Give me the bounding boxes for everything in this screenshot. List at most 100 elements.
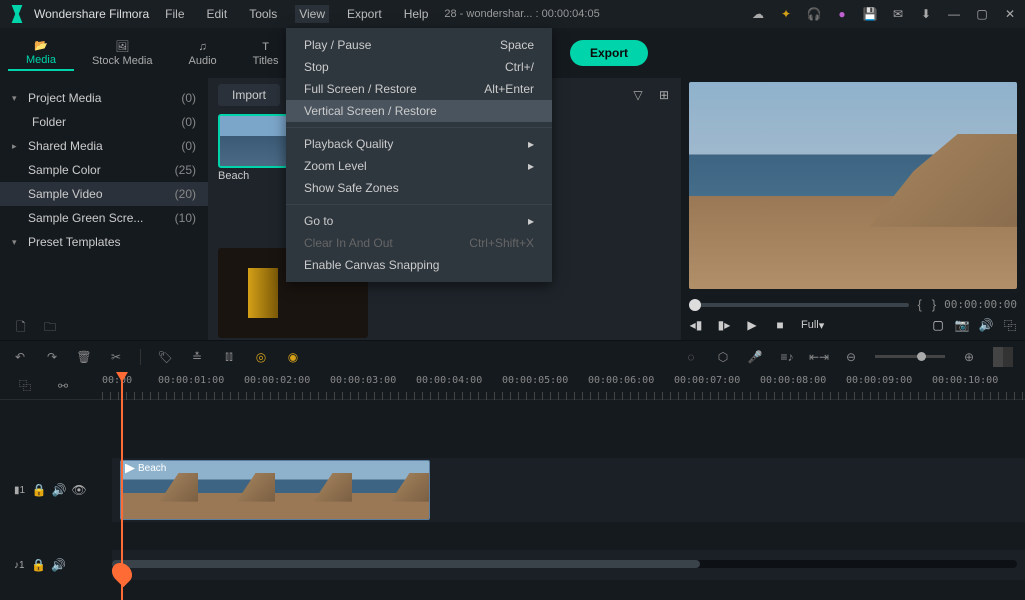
folder-open-icon: 📂 [32, 39, 50, 53]
text-icon: T [257, 40, 275, 54]
track-body-video[interactable]: Beach [112, 458, 1025, 522]
menu-tools[interactable]: Tools [245, 5, 281, 23]
dropdown-vertical-screen[interactable]: Vertical Screen / Restore [286, 100, 552, 122]
dropdown-clear-inout[interactable]: Clear In And OutCtrl+Shift+X [286, 232, 552, 254]
copy-icon[interactable]: ⿻ [1003, 318, 1017, 332]
media-thumb-beach[interactable]: Beach [218, 114, 288, 182]
undo-icon[interactable]: ↶ [12, 349, 28, 365]
scrub-bar[interactable] [689, 303, 909, 307]
play-icon[interactable]: ▶ [745, 318, 759, 332]
full-label[interactable]: Full ▾ [801, 318, 824, 332]
layout-toggle[interactable] [993, 347, 1013, 367]
fit-icon[interactable]: ⇤⇥ [811, 349, 827, 365]
shield-icon[interactable]: ⬡ [715, 349, 731, 365]
cloud-icon[interactable]: ☁ [751, 7, 765, 21]
redo-icon[interactable]: ↷ [44, 349, 60, 365]
lock-icon[interactable]: 🔒 [33, 559, 45, 571]
dropdown-safe-zones[interactable]: Show Safe Zones [286, 177, 552, 199]
zoom-out-icon[interactable]: ⊖ [843, 349, 859, 365]
overlap-icon[interactable]: ⿻ [16, 377, 34, 395]
mark-out-icon[interactable]: } [932, 297, 936, 312]
minimize-icon[interactable]: — [947, 7, 961, 21]
color-icon[interactable]: ◉ [285, 349, 301, 365]
mail-icon[interactable]: ✉ [891, 7, 905, 21]
tab-audio[interactable]: ♫ Audio [171, 37, 235, 70]
menu-export[interactable]: Export [343, 5, 386, 23]
display-icon[interactable]: ▢ [931, 318, 945, 332]
adjust-icon[interactable]: ≛ [189, 349, 205, 365]
target-icon[interactable]: ◌ [683, 349, 699, 365]
timeline-scrollbar[interactable] [112, 560, 1017, 568]
volume-icon[interactable]: 🔊 [53, 484, 65, 496]
chevron-right-icon: ▸ [12, 141, 24, 152]
dropdown-separator [286, 204, 552, 205]
timeline-toolbar: ↶ ↷ 🗑 ✂ 🏷 ≛ ⫾⫾ ◎ ◉ ◌ ⬡ 🎤 ≡♪ ⇤⇥ ⊖ ⊕ [0, 340, 1025, 372]
dropdown-zoom-level[interactable]: Zoom Level▸ [286, 155, 552, 177]
sidebar-item-preset-templates[interactable]: ▾Preset Templates [0, 230, 208, 254]
zoom-in-icon[interactable]: ⊕ [961, 349, 977, 365]
sidebar-item-project-media[interactable]: ▾Project Media(0) [0, 86, 208, 110]
menu-help[interactable]: Help [400, 5, 433, 23]
menu-edit[interactable]: Edit [203, 5, 232, 23]
filter-icon[interactable]: ▽ [631, 88, 645, 102]
playhead[interactable] [121, 372, 123, 600]
dropdown-play-pause[interactable]: Play / PauseSpace [286, 34, 552, 56]
equalizer-icon[interactable]: ⫾⫾ [221, 349, 237, 365]
mark-in-icon[interactable]: { [917, 297, 921, 312]
menu-file[interactable]: File [161, 5, 188, 23]
dropdown-fullscreen[interactable]: Full Screen / RestoreAlt+Enter [286, 78, 552, 100]
profile-icon[interactable]: ● [835, 7, 849, 21]
tag-icon[interactable]: 🏷 [157, 349, 173, 365]
sidebar-item-sample-green[interactable]: Sample Green Scre...(10) [0, 206, 208, 230]
lock-icon[interactable]: 🔒 [33, 484, 45, 496]
tab-stock-media[interactable]: 🖼 Stock Media [74, 37, 171, 70]
grid-view-icon[interactable]: ⊞ [657, 88, 671, 102]
snapshot-icon[interactable]: 📷 [955, 318, 969, 332]
headphones-icon[interactable]: 🎧 [807, 7, 821, 21]
volume-icon[interactable]: 🔊 [53, 559, 65, 571]
download-icon[interactable]: ⬇ [919, 7, 933, 21]
tab-label: Titles [253, 55, 279, 67]
timeline: ⿻ ⚯ 00:00 00:00:01:00 00:00:02:00 00:00:… [0, 372, 1025, 600]
sidebar-item-sample-video[interactable]: Sample Video(20) [0, 182, 208, 206]
ruler[interactable]: 00:00 00:00:01:00 00:00:02:00 00:00:03:0… [102, 372, 1025, 400]
video-track: ▮1 🔒 🔊 👁 Beach [0, 458, 1025, 522]
clip-beach[interactable]: Beach [120, 460, 430, 520]
eye-icon[interactable]: 👁 [73, 484, 85, 496]
dropdown-goto[interactable]: Go to▸ [286, 210, 552, 232]
frame-back-icon[interactable]: ▮▸ [717, 318, 731, 332]
speed-icon[interactable]: ◎ [253, 349, 269, 365]
stop-icon[interactable]: ■ [773, 318, 787, 332]
delete-icon[interactable]: 🗑 [76, 349, 92, 365]
step-back-icon[interactable]: ◂▮ [689, 318, 703, 332]
zoom-slider[interactable] [875, 355, 945, 358]
play-icon [125, 464, 135, 474]
mic-icon[interactable]: 🎤 [747, 349, 763, 365]
bulb-icon[interactable]: ✦ [779, 7, 793, 21]
chevron-down-icon: ▾ [12, 93, 24, 104]
new-folder-icon[interactable]: 🗋 [16, 318, 30, 332]
import-button[interactable]: Import [218, 84, 280, 106]
close-icon[interactable]: ✕ [1003, 7, 1017, 21]
dropdown-canvas-snapping[interactable]: Enable Canvas Snapping [286, 254, 552, 276]
cut-icon[interactable]: ✂ [108, 349, 124, 365]
export-button[interactable]: Export [570, 40, 648, 66]
preview-panel: {} 00:00:00:00 ◂▮ ▮▸ ▶ ■ Full ▾ ▢ 📷 🔊 ⿻ [681, 78, 1025, 340]
sidebar-item-sample-color[interactable]: Sample Color(25) [0, 158, 208, 182]
tab-media[interactable]: 📂 Media [8, 36, 74, 71]
track-area: ▮1 🔒 🔊 👁 Beach ♪1 🔒 🔊 [0, 400, 1025, 570]
preview-image[interactable] [689, 82, 1017, 289]
sidebar-item-folder[interactable]: Folder(0) [0, 110, 208, 134]
sidebar-item-shared-media[interactable]: ▸Shared Media(0) [0, 134, 208, 158]
folder-icon[interactable]: 🗀 [44, 318, 58, 332]
volume-icon[interactable]: 🔊 [979, 318, 993, 332]
mixer-icon[interactable]: ≡♪ [779, 349, 795, 365]
sidebar-footer: 🗋 🗀 [0, 318, 58, 332]
dropdown-stop[interactable]: StopCtrl+/ [286, 56, 552, 78]
ruler-marks [102, 392, 1025, 400]
link-icon[interactable]: ⚯ [54, 377, 72, 395]
maximize-icon[interactable]: ▢ [975, 7, 989, 21]
menu-view[interactable]: View [295, 5, 329, 23]
save-icon[interactable]: 💾 [863, 7, 877, 21]
dropdown-playback-quality[interactable]: Playback Quality▸ [286, 133, 552, 155]
